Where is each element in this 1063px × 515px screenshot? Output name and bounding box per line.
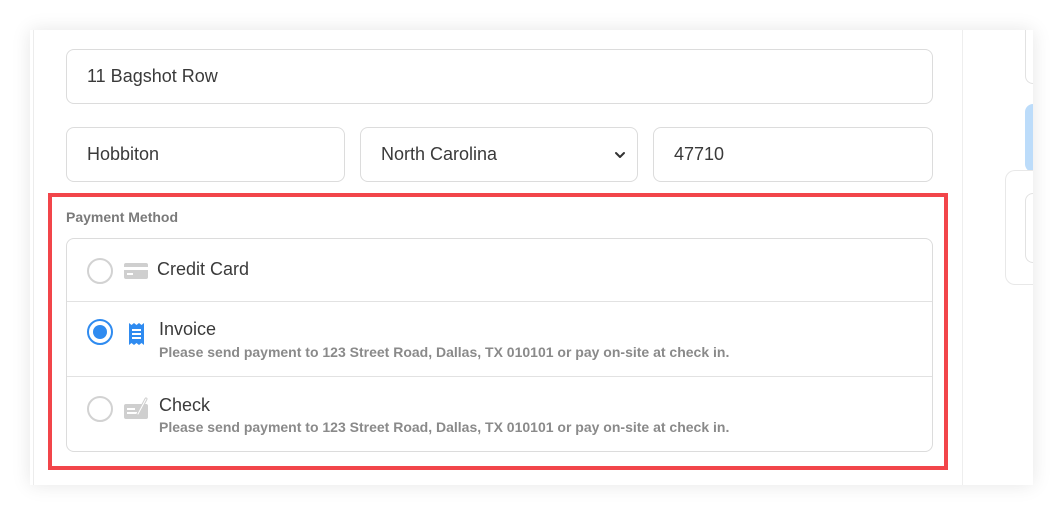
street-address-value: 11 Bagshot Row bbox=[87, 66, 218, 86]
payment-method-label: Payment Method bbox=[66, 209, 179, 225]
credit-card-title: Credit Card bbox=[157, 259, 250, 279]
left-divider bbox=[33, 30, 34, 485]
city-value: Hobbiton bbox=[87, 144, 160, 164]
payment-option-invoice[interactable]: Invoice Please send payment to 123 Stree… bbox=[67, 301, 932, 376]
radio-check[interactable] bbox=[87, 396, 113, 422]
check-icon bbox=[124, 397, 148, 419]
zip-value: 47710 bbox=[674, 144, 725, 164]
street-address-input[interactable]: 11 Bagshot Row bbox=[66, 49, 933, 104]
checkout-form-panel: 11 Bagshot Row Hobbiton North Carolina 4… bbox=[30, 30, 1033, 485]
radio-invoice[interactable] bbox=[87, 319, 113, 345]
check-description: Please send payment to 123 Street Road, … bbox=[159, 419, 730, 435]
invoice-description: Please send payment to 123 Street Road, … bbox=[159, 344, 730, 360]
state-select[interactable]: North Carolina bbox=[360, 127, 638, 182]
column-divider bbox=[962, 30, 963, 485]
sidebar-card-top bbox=[1025, 30, 1033, 84]
city-input[interactable]: Hobbiton bbox=[66, 127, 345, 182]
state-value: North Carolina bbox=[381, 144, 498, 164]
payment-method-list: Credit Card Invoice Please send payment … bbox=[66, 238, 933, 452]
credit-card-icon bbox=[124, 263, 148, 279]
chevron-down-icon bbox=[615, 151, 625, 158]
check-title: Check bbox=[159, 395, 211, 415]
payment-option-check[interactable]: Check Please send payment to 123 Street … bbox=[67, 376, 932, 451]
sidebar-summary-field[interactable] bbox=[1025, 193, 1033, 263]
radio-credit-card[interactable] bbox=[87, 258, 113, 284]
invoice-title: Invoice bbox=[159, 319, 217, 339]
page: 11 Bagshot Row Hobbiton North Carolina 4… bbox=[0, 0, 1063, 515]
payment-option-credit-card[interactable]: Credit Card bbox=[67, 239, 932, 301]
receipt-icon bbox=[129, 323, 144, 345]
sidebar-primary-button[interactable] bbox=[1025, 104, 1033, 172]
zip-input[interactable]: 47710 bbox=[653, 127, 933, 182]
